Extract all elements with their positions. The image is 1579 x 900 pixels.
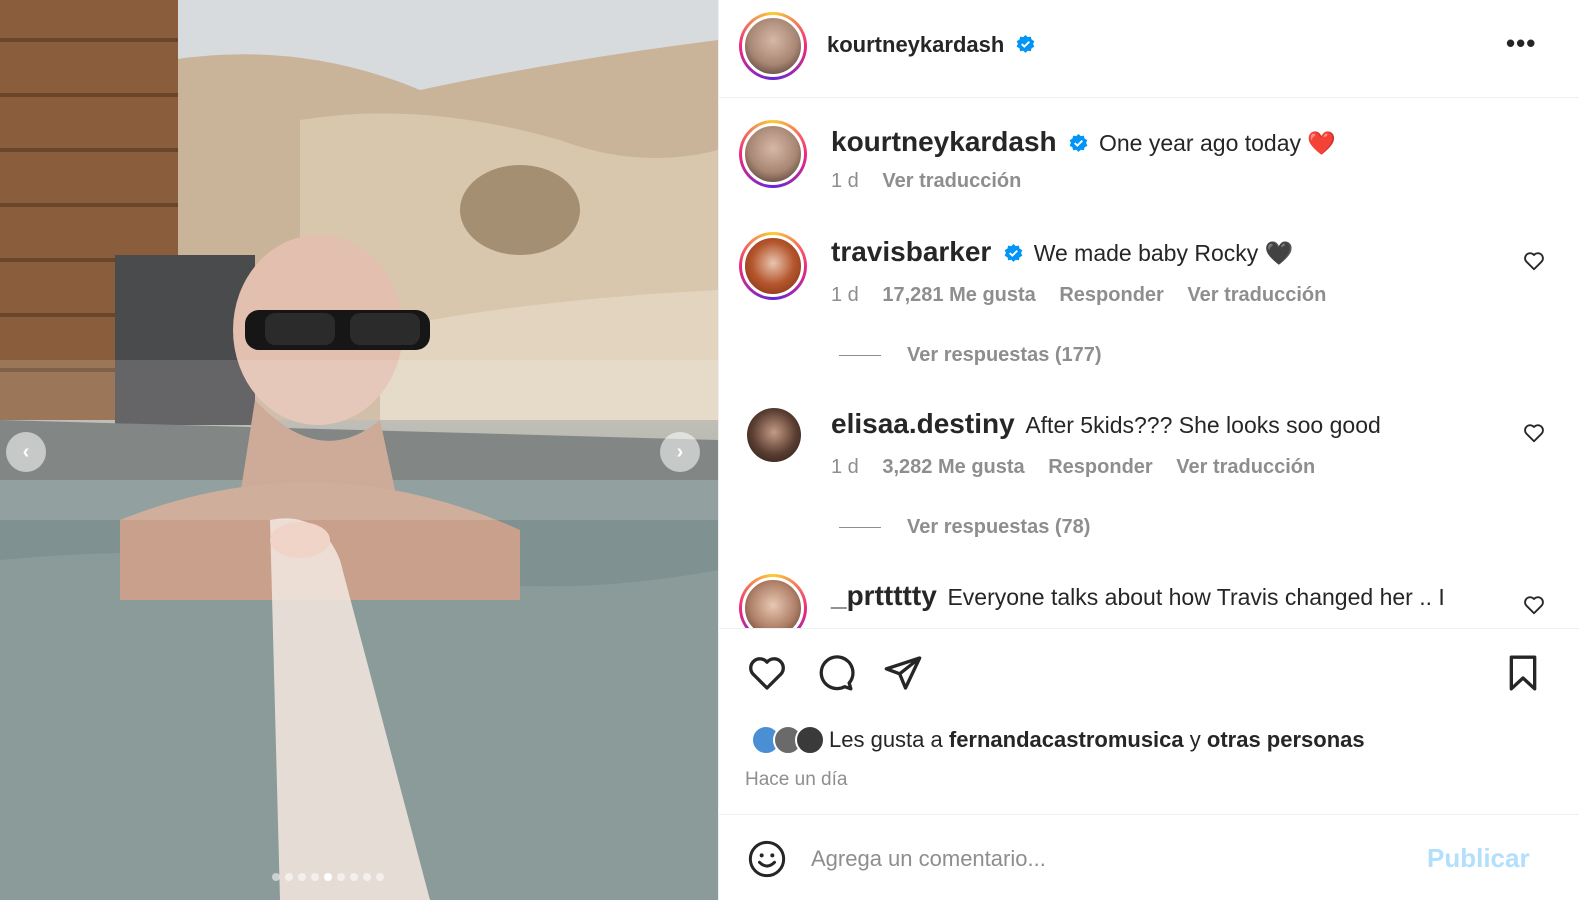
comment-time: 1 d	[831, 456, 859, 478]
carousel-dot	[324, 873, 332, 881]
likes-prefix: Les gusta a	[829, 727, 943, 752]
replies-divider	[839, 355, 881, 357]
comment-translate-link[interactable]: Ver traducción	[1187, 284, 1326, 306]
comment-username[interactable]: travisbarker	[831, 236, 991, 267]
view-replies-label: Ver respuestas (177)	[907, 344, 1102, 366]
carousel-dot	[337, 873, 345, 881]
comment-avatar-travisbarker[interactable]	[739, 232, 807, 300]
carousel-prev-button[interactable]: ‹	[6, 432, 46, 472]
like-heart-icon[interactable]	[747, 653, 787, 693]
more-options-button[interactable]: •••	[1506, 28, 1536, 59]
comment-meta: 1 d 17,281 Me gusta Responder Ver traduc…	[831, 284, 1344, 307]
verified-badge-icon	[1017, 35, 1035, 53]
comment-elisaa-destiny: elisaa.destiny After 5kids??? She looks …	[831, 408, 1381, 440]
post-actions: Les gusta a fernandacastromusica y otras…	[719, 628, 1579, 814]
comment-travisbarker: travisbarker We made baby Rocky 🖤	[831, 236, 1293, 268]
likes-user-link[interactable]: fernandacastromusica	[949, 727, 1184, 753]
likes-others-link[interactable]: otras personas	[1207, 727, 1365, 753]
view-replies-button[interactable]: Ver respuestas (177)	[839, 344, 1102, 367]
comment-likes-link[interactable]: 17,281 Me gusta	[882, 284, 1035, 306]
emoji-smiley-icon[interactable]	[747, 839, 787, 879]
replies-divider	[839, 527, 881, 529]
caption-time: 1 d	[831, 170, 859, 192]
comment-text: We made baby Rocky 🖤	[1033, 240, 1294, 266]
liker-avatars	[751, 725, 825, 755]
caption-translate-link[interactable]: Ver traducción	[882, 170, 1021, 192]
comments-list[interactable]: kourtneykardash One year ago today ❤️ 1 …	[719, 98, 1579, 628]
comment-like-heart-icon[interactable]	[1523, 422, 1545, 444]
post-photo-illustration	[0, 0, 718, 900]
share-paper-plane-icon[interactable]	[883, 653, 923, 693]
comment-reply-link[interactable]: Responder	[1059, 284, 1163, 306]
post-details-panel: kourtneykardash ••• kourtneykardash One …	[718, 0, 1579, 900]
comment-avatar-elisaa-destiny[interactable]	[747, 408, 801, 462]
post-timestamp: Hace un día	[745, 769, 848, 790]
caption-meta: 1 d Ver traducción	[831, 170, 1039, 193]
carousel-next-button[interactable]: ›	[660, 432, 700, 472]
view-replies-button[interactable]: Ver respuestas (78)	[839, 516, 1090, 539]
verified-badge-icon	[1069, 134, 1088, 152]
post-photo: ‹ ›	[0, 0, 718, 900]
publish-button[interactable]: Publicar	[1427, 843, 1530, 874]
chevron-left-icon: ‹	[22, 440, 30, 463]
author-avatar[interactable]	[739, 12, 807, 80]
carousel-dot	[376, 873, 384, 881]
carousel-dot	[350, 873, 358, 881]
carousel-dot	[311, 873, 319, 881]
caption-avatar[interactable]	[739, 120, 807, 188]
save-bookmark-icon[interactable]	[1503, 653, 1543, 693]
caption-username[interactable]: kourtneykardash	[831, 126, 1057, 157]
comment-time: 1 d	[831, 284, 859, 306]
liker-avatar	[795, 725, 825, 755]
post-header: kourtneykardash •••	[719, 0, 1579, 98]
comment-composer: Publicar	[719, 814, 1579, 900]
comment-bubble-icon[interactable]	[815, 653, 855, 693]
comment-text: After 5kids??? She looks soo good	[1025, 412, 1381, 438]
view-replies-label: Ver respuestas (78)	[907, 516, 1091, 538]
carousel-dot	[363, 873, 371, 881]
chevron-right-icon: ›	[676, 440, 684, 463]
comment-input[interactable]	[811, 843, 1391, 875]
author-username-text: kourtneykardash	[827, 32, 1005, 57]
comment-translate-link[interactable]: Ver traducción	[1176, 456, 1315, 478]
likes-connector: y	[1189, 727, 1201, 752]
comment-username[interactable]: elisaa.destiny	[831, 408, 1015, 439]
comment-likes-link[interactable]: 3,282 Me gusta	[882, 456, 1024, 478]
carousel-dots	[272, 873, 384, 881]
caption: kourtneykardash One year ago today ❤️	[831, 126, 1336, 158]
comment-reply-link[interactable]: Responder	[1048, 456, 1152, 478]
comment-like-heart-icon[interactable]	[1523, 594, 1545, 616]
verified-badge-icon	[1004, 244, 1023, 262]
carousel-dot	[272, 873, 280, 881]
caption-text: One year ago today ❤️	[1098, 130, 1337, 156]
comment-prttttty: _prttttty Everyone talks about how Travi…	[831, 580, 1445, 612]
carousel-dot	[285, 873, 293, 881]
likes-summary[interactable]: Les gusta a fernandacastromusica y otras…	[751, 725, 1365, 755]
carousel-dot	[298, 873, 306, 881]
comment-like-heart-icon[interactable]	[1523, 250, 1545, 272]
comment-username[interactable]: _prttttty	[831, 580, 937, 611]
comment-meta: 1 d 3,282 Me gusta Responder Ver traducc…	[831, 456, 1333, 479]
comment-avatar-prttttty[interactable]	[739, 574, 807, 628]
comment-text: Everyone talks about how Travis changed …	[947, 584, 1445, 610]
more-options-icon: •••	[1506, 28, 1537, 58]
author-username[interactable]: kourtneykardash	[827, 32, 1035, 58]
